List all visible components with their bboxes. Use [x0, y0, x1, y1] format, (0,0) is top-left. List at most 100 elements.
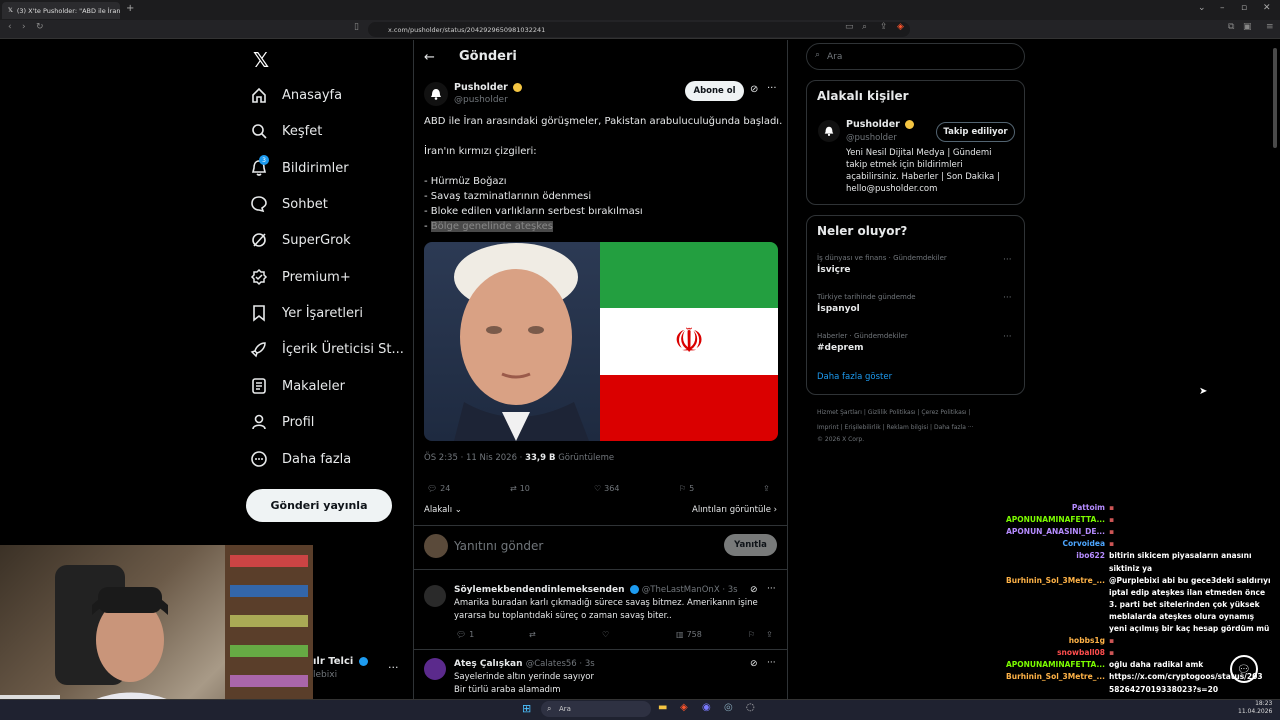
trend-more-icon[interactable]: ··· [1003, 293, 1012, 303]
post-more-icon[interactable]: ··· [767, 83, 777, 94]
reply-input[interactable]: Yanıtını gönder [454, 539, 543, 553]
trend-topic[interactable]: İspanyol [817, 304, 860, 314]
reply-button[interactable]: Yanıtla [724, 534, 777, 556]
related-handle[interactable]: @pusholder [846, 133, 897, 143]
post-time[interactable]: ÖS 2:35 · 11 Nis 2026 · [424, 453, 525, 463]
nav-item-3[interactable]: 3 Bildirimler [250, 153, 349, 183]
trend-topic[interactable]: İsviçre [817, 265, 851, 275]
app-icon[interactable]: ◌ [746, 702, 755, 713]
account-more-icon[interactable]: ··· [388, 661, 399, 674]
grok-explain-icon[interactable]: ⊘ [750, 84, 758, 95]
chat-username[interactable]: Burhinin_Sol_3Metre_... [995, 576, 1105, 585]
search-input[interactable]: ⌕ Ara [806, 43, 1025, 70]
reply-bookmark-icon[interactable]: ⚐ [748, 630, 755, 639]
reader-icon[interactable]: ▭ [845, 22, 854, 32]
subscribe-button[interactable]: Abone ol [685, 81, 744, 101]
x-logo-icon[interactable]: 𝕏 [253, 48, 269, 72]
nav-item-8[interactable]: İçerik Üreticisi St... [250, 334, 404, 364]
zoom-icon[interactable]: ⌕ [862, 22, 867, 32]
portrait-image [424, 242, 600, 441]
windows-start-icon[interactable]: ⊞ [522, 702, 531, 715]
reply-stat[interactable]: 💬︎ 24 [427, 484, 450, 493]
reply-views-stat[interactable]: ▥ 758 [676, 630, 702, 639]
maximize-icon[interactable]: ▫ [1241, 3, 1247, 13]
share-icon[interactable]: ⇪ [880, 22, 888, 32]
sidebar-toggle-icon[interactable]: ▣ [1243, 22, 1252, 32]
tab-list-icon[interactable]: ⌄ [1198, 3, 1206, 13]
menu-icon[interactable]: ≡ [1266, 22, 1274, 32]
post-button[interactable]: Gönderi yayınla [246, 489, 392, 522]
nav-item-9[interactable]: Makaleler [250, 371, 345, 401]
browser-tab[interactable]: 𝕏 (3) X'te Pusholder: "ABD ile İran ... … [2, 2, 120, 19]
chat-bubble-icon[interactable]: 💬︎ [1230, 655, 1258, 683]
nav-item-6[interactable]: Premium+ [250, 262, 351, 292]
nav-item-11[interactable]: Daha fazla [250, 444, 351, 474]
trend-more-icon[interactable]: ··· [1003, 332, 1012, 342]
bookmark-stat[interactable]: ⚐ 5 [679, 484, 694, 493]
reload-icon[interactable]: ↻ [36, 22, 44, 32]
brave-shield-icon[interactable]: ◈ [897, 22, 904, 32]
repost-stat[interactable]: ⇄ 10 [510, 484, 530, 493]
reply-avatar[interactable] [424, 585, 446, 607]
chat-username[interactable]: APONUN_ANASINI_DE... [995, 527, 1105, 536]
scrollbar-thumb[interactable] [1273, 48, 1277, 148]
nav-item-7[interactable]: Yer İşaretleri [250, 298, 363, 328]
grok-explain-icon[interactable]: ⊘ [750, 659, 758, 669]
view-quotes-link[interactable]: Alıntıları görüntüle › [692, 505, 777, 515]
reply-repost-stat[interactable]: ⇄ [529, 630, 536, 639]
author-name[interactable]: Pusholder [454, 82, 523, 93]
chat-username[interactable]: ibo622 [995, 551, 1105, 560]
nav-item-4[interactable]: Sohbet [250, 189, 328, 219]
following-button[interactable]: Takip ediliyor [936, 122, 1015, 142]
reply-more-icon[interactable]: ··· [767, 658, 776, 668]
discord-icon[interactable]: ◉ [702, 702, 711, 713]
trend-topic[interactable]: #deprem [817, 343, 863, 353]
nav-item-2[interactable]: Keşfet [250, 116, 322, 146]
url-field[interactable]: x.com/pusholder/status/20429296509810322… [368, 22, 910, 37]
related-avatar[interactable] [818, 120, 840, 142]
back-arrow-icon[interactable]: ← [424, 50, 435, 65]
footer-links[interactable]: Imprint | Erişilebilirlik | Reklam bilgi… [817, 424, 974, 431]
like-stat[interactable]: ♡ 364 [594, 484, 619, 493]
reply-like-stat[interactable]: ♡ [602, 630, 609, 639]
forward-nav-icon[interactable]: › [22, 22, 26, 32]
brave-browser-icon[interactable]: ◈ [680, 702, 688, 713]
sort-relevant-dropdown[interactable]: Alakalı ⌄ [424, 505, 462, 515]
back-nav-icon[interactable]: ‹ [8, 22, 12, 32]
file-explorer-icon[interactable]: ▬ [658, 702, 667, 713]
author-handle[interactable]: @pusholder [454, 95, 508, 105]
chat-username[interactable]: hobbs1g [995, 636, 1105, 645]
post-media[interactable]: ☫ [424, 242, 778, 441]
bookmark-page-icon[interactable]: ▯ [354, 22, 359, 32]
reply-author[interactable]: Söylemekbendendinlemeksenden @TheLastMan… [454, 585, 738, 595]
taskbar-search[interactable]: ⌕ Ara [541, 701, 651, 717]
close-window-icon[interactable]: ✕ [1263, 3, 1271, 13]
nav-item-5[interactable]: SuperGrok [250, 225, 351, 255]
show-more-link[interactable]: Daha fazla göster [817, 372, 892, 382]
minimize-icon[interactable]: – [1220, 3, 1225, 13]
steam-icon[interactable]: ◎ [724, 702, 733, 713]
chat-username[interactable]: snowball08 [995, 648, 1105, 657]
reply-avatar[interactable] [424, 658, 446, 680]
taskbar-clock[interactable]: 18:23 11.04.2026 [1238, 700, 1272, 716]
nav-item-10[interactable]: Profil [250, 407, 314, 437]
extensions-icon[interactable]: ⧉ [1228, 22, 1234, 32]
reply-more-icon[interactable]: ··· [767, 584, 776, 594]
author-avatar[interactable] [424, 82, 448, 106]
chat-username[interactable]: APONUNAMINAFETTA... [995, 660, 1105, 669]
reply-author[interactable]: Ateş Çalışkan @Calates56 · 3s [454, 659, 595, 669]
related-name[interactable]: Pusholder [846, 119, 915, 130]
share-post-icon[interactable]: ⇪ [763, 484, 770, 493]
chat-username[interactable]: Corvoidea [995, 539, 1105, 548]
footer-links[interactable]: Hizmet Şartları | Gizlilik Politikası | … [817, 409, 971, 416]
chat-username[interactable]: Burhinin_Sol_3Metre_... [995, 672, 1105, 681]
nav-item-1[interactable]: Anasayfa [250, 80, 342, 110]
grok-explain-icon[interactable]: ⊘ [750, 585, 758, 595]
reply-reply-stat[interactable]: 💬︎ 1 [456, 630, 474, 639]
chat-username[interactable]: APONUNAMINAFETTA... [995, 515, 1105, 524]
trend-more-icon[interactable]: ··· [1003, 255, 1012, 265]
reply-share-icon[interactable]: ⇪ [766, 630, 773, 639]
chat-username[interactable]: Pattoim [995, 503, 1105, 512]
new-tab-button[interactable]: + [126, 3, 134, 14]
account-name[interactable]: ılr Telci [313, 656, 368, 667]
